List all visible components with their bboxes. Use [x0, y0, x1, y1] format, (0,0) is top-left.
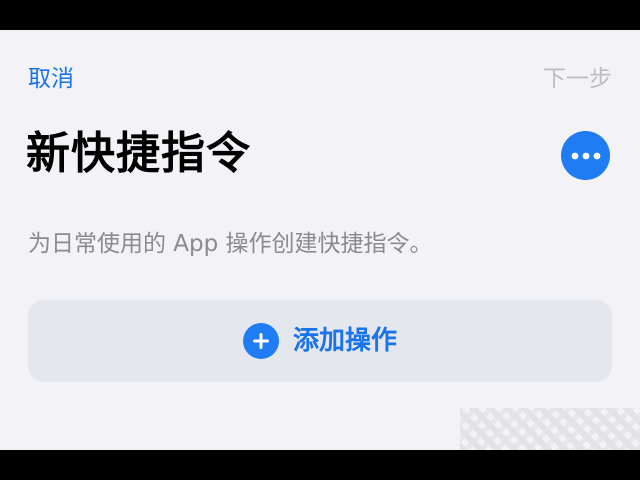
watermark — [460, 408, 640, 450]
add-action-button[interactable]: 添加操作 — [28, 300, 612, 382]
description-text: 为日常使用的 App 操作创建快捷指令。 — [28, 231, 433, 257]
ellipsis-icon — [571, 152, 600, 159]
plus-icon — [242, 323, 279, 359]
page-title: 新快捷指令 — [26, 128, 251, 179]
shortcut-editor-screen: 取消 下一步 新快捷指令 为日常使用的 App 操作创建快捷指令。 添加操作 — [0, 30, 640, 450]
next-button[interactable]: 下一步 — [543, 64, 612, 94]
add-action-label: 添加操作 — [292, 326, 397, 356]
cancel-button[interactable]: 取消 — [28, 64, 74, 94]
more-options-button[interactable] — [561, 131, 610, 180]
